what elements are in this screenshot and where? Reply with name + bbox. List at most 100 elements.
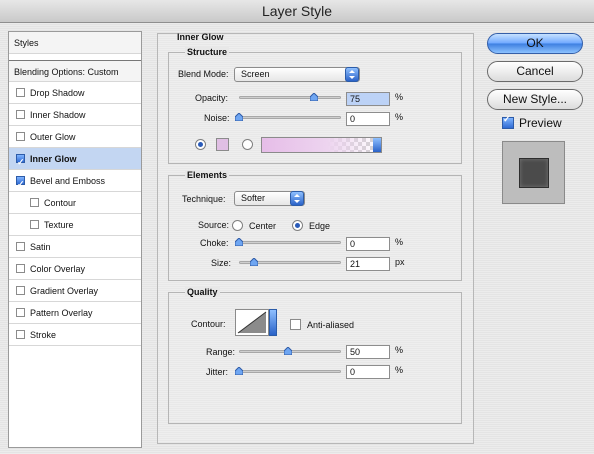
sidebar-item-label: Color Overlay — [30, 264, 86, 274]
sidebar-item-label: Drop Shadow — [30, 88, 85, 98]
noise-unit: % — [395, 112, 404, 122]
pattern-overlay-checkbox[interactable] — [16, 308, 25, 317]
jitter-slider-thumb[interactable] — [235, 367, 243, 375]
preview-checkbox[interactable] — [502, 114, 514, 129]
styles-sidebar: Styles Blending Options: Custom Drop Sha… — [8, 31, 142, 448]
style-preview-thumbnail — [519, 158, 549, 188]
preview-label: Preview — [519, 116, 562, 130]
drop-shadow-checkbox[interactable] — [16, 88, 25, 97]
sidebar-item-drop-shadow[interactable]: Drop Shadow — [9, 82, 141, 104]
sidebar-item-texture[interactable]: Texture — [9, 214, 141, 236]
technique-select[interactable]: Softer — [234, 191, 305, 206]
noise-slider-thumb[interactable] — [235, 113, 243, 121]
opacity-label: Opacity: — [195, 93, 229, 103]
sidebar-header-styles[interactable]: Styles — [9, 32, 141, 54]
sidebar-item-inner-glow[interactable]: Inner Glow — [9, 148, 141, 173]
sidebar-item-label: Satin — [30, 242, 51, 252]
sidebar-item-label: Gradient Overlay — [30, 286, 99, 296]
panel-title: Inner Glow — [177, 32, 224, 42]
size-input[interactable]: 21 — [346, 257, 390, 271]
contour-label: Contour: — [191, 319, 226, 329]
noise-input[interactable]: 0 — [346, 112, 390, 126]
layer-style-dialog: Layer Style Styles Blending Options: Cus… — [0, 0, 594, 454]
range-unit: % — [395, 345, 404, 355]
structure-group: Structure Blend Mode: Screen Opacity: 75… — [168, 47, 462, 164]
window-title: Layer Style — [0, 0, 594, 23]
technique-value: Softer — [241, 193, 266, 203]
sidebar-item-bevel-emboss[interactable]: Bevel and Emboss — [9, 170, 141, 195]
size-slider-thumb[interactable] — [250, 258, 258, 266]
choke-slider-track[interactable] — [239, 241, 341, 244]
sidebar-item-label: Texture — [44, 220, 74, 230]
bevel-emboss-checkbox[interactable] — [16, 173, 25, 195]
quality-group: Quality Contour: Anti-aliased Range: 50 … — [168, 287, 462, 424]
sidebar-item-satin[interactable]: Satin — [9, 236, 141, 258]
sidebar-item-color-overlay[interactable]: Color Overlay — [9, 258, 141, 280]
elements-group: Elements Technique: Softer Source: Cente… — [168, 170, 462, 281]
gradient-radio[interactable] — [242, 139, 253, 150]
gradient-dropdown-icon — [373, 138, 381, 152]
choke-label: Choke: — [200, 238, 229, 248]
structure-title: Structure — [185, 47, 230, 57]
ok-button[interactable]: OK — [487, 33, 583, 54]
outer-glow-checkbox[interactable] — [16, 132, 25, 141]
noise-label: Noise: — [204, 113, 230, 123]
sidebar-item-gradient-overlay[interactable]: Gradient Overlay — [9, 280, 141, 302]
texture-checkbox[interactable] — [30, 220, 39, 229]
stroke-checkbox[interactable] — [16, 330, 25, 339]
range-label: Range: — [206, 347, 236, 357]
sidebar-item-outer-glow[interactable]: Outer Glow — [9, 126, 141, 148]
sidebar-item-label: Outer Glow — [30, 132, 76, 142]
satin-checkbox[interactable] — [16, 242, 25, 251]
sidebar-item-label: Inner Glow — [30, 154, 77, 164]
sidebar-item-label: Stroke — [30, 330, 57, 340]
sidebar-item-stroke[interactable]: Stroke — [9, 324, 141, 346]
sidebar-blending-options[interactable]: Blending Options: Custom — [9, 60, 141, 82]
noise-slider-track[interactable] — [239, 116, 341, 119]
opacity-slider-thumb[interactable] — [310, 93, 318, 101]
source-center-label: Center — [249, 221, 277, 231]
opacity-slider-track[interactable] — [239, 96, 341, 99]
source-center-radio[interactable] — [232, 220, 243, 231]
opacity-input[interactable]: 75 — [346, 92, 390, 106]
technique-label: Technique: — [182, 194, 226, 204]
inner-glow-checkbox[interactable] — [16, 151, 25, 173]
new-style-button[interactable]: New Style... — [487, 89, 583, 110]
glow-color-swatch[interactable] — [216, 138, 229, 151]
range-input[interactable]: 50 — [346, 345, 390, 359]
contour-curve-icon — [237, 311, 267, 334]
choke-input[interactable]: 0 — [346, 237, 390, 251]
dropdown-arrow-icon — [345, 67, 359, 82]
size-unit: px — [395, 257, 405, 267]
source-edge-radio[interactable] — [292, 220, 303, 231]
dropdown-arrow-icon — [290, 191, 304, 206]
source-edge-label: Edge — [309, 221, 331, 231]
blend-mode-value: Screen — [241, 69, 270, 79]
sidebar-item-label: Inner Shadow — [30, 110, 86, 120]
gradient-overlay-checkbox[interactable] — [16, 286, 25, 295]
range-slider-thumb[interactable] — [284, 347, 292, 355]
contour-checkbox[interactable] — [30, 198, 39, 207]
jitter-slider-track[interactable] — [239, 370, 341, 373]
jitter-label: Jitter: — [206, 367, 229, 377]
size-label: Size: — [211, 258, 232, 268]
choke-slider-thumb[interactable] — [235, 238, 243, 246]
inner-shadow-checkbox[interactable] — [16, 110, 25, 119]
contour-preview[interactable] — [235, 309, 269, 336]
jitter-input[interactable]: 0 — [346, 365, 390, 379]
sidebar-item-pattern-overlay[interactable]: Pattern Overlay — [9, 302, 141, 324]
sidebar-item-label: Bevel and Emboss — [30, 176, 106, 186]
sidebar-item-contour[interactable]: Contour — [9, 192, 141, 214]
sidebar-item-label: Pattern Overlay — [30, 308, 93, 318]
glow-gradient-picker[interactable] — [261, 137, 382, 153]
blend-mode-select[interactable]: Screen — [234, 67, 360, 82]
choke-unit: % — [395, 237, 404, 247]
cancel-button[interactable]: Cancel — [487, 61, 583, 82]
color-overlay-checkbox[interactable] — [16, 264, 25, 273]
elements-title: Elements — [185, 170, 230, 180]
opacity-unit: % — [395, 92, 404, 102]
anti-aliased-checkbox[interactable] — [290, 319, 301, 330]
solid-color-radio[interactable] — [195, 139, 206, 150]
sidebar-item-inner-shadow[interactable]: Inner Shadow — [9, 104, 141, 126]
contour-dropdown-icon[interactable] — [269, 309, 277, 336]
